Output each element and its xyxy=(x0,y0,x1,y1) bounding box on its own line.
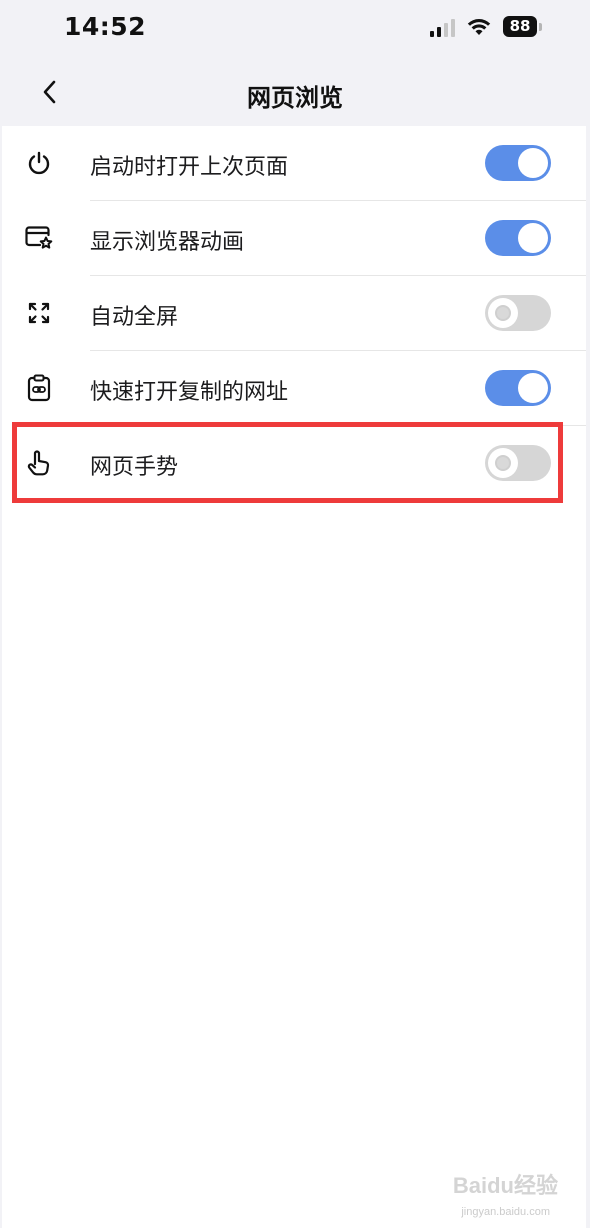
cellular-signal-icon xyxy=(430,17,455,37)
restore-last-page-toggle[interactable] xyxy=(485,145,551,181)
setting-row-open-copied-url: 快速打开复制的网址 xyxy=(2,351,586,426)
setting-label: 自动全屏 xyxy=(90,305,179,330)
setting-row-restore-last-page: 启动时打开上次页面 xyxy=(2,126,586,201)
settings-list: 启动时打开上次页面 显示浏览器动画 自动全屏 快速打开复制的网址 网页手势 xyxy=(2,126,586,1228)
setting-label: 显示浏览器动画 xyxy=(90,230,245,255)
fullscreen-icon xyxy=(24,298,54,328)
setting-row-browser-animation: 显示浏览器动画 xyxy=(2,201,586,276)
navigation-bar: 网页浏览 xyxy=(0,58,590,126)
page-title: 网页浏览 xyxy=(247,84,343,112)
setting-label: 启动时打开上次页面 xyxy=(90,155,289,180)
setting-label: 快速打开复制的网址 xyxy=(90,380,289,405)
clipboard-link-icon xyxy=(24,373,54,403)
status-time: 14:52 xyxy=(64,12,147,41)
power-icon xyxy=(24,148,54,178)
browser-star-icon xyxy=(24,223,54,253)
wifi-icon xyxy=(467,18,491,35)
status-icons: 88 xyxy=(430,16,542,37)
highlight-box xyxy=(12,422,563,503)
browser-animation-toggle[interactable] xyxy=(485,220,551,256)
watermark: Baidu经验 xyxy=(452,1173,558,1198)
auto-fullscreen-toggle[interactable] xyxy=(485,295,551,331)
open-copied-url-toggle[interactable] xyxy=(485,370,551,406)
battery-icon: 88 xyxy=(503,16,542,37)
status-bar: 14:52 88 xyxy=(0,0,590,58)
battery-level: 88 xyxy=(503,16,537,37)
watermark-subtext: jingyan.baidu.com xyxy=(461,1206,550,1218)
setting-row-auto-fullscreen: 自动全屏 xyxy=(2,276,586,351)
